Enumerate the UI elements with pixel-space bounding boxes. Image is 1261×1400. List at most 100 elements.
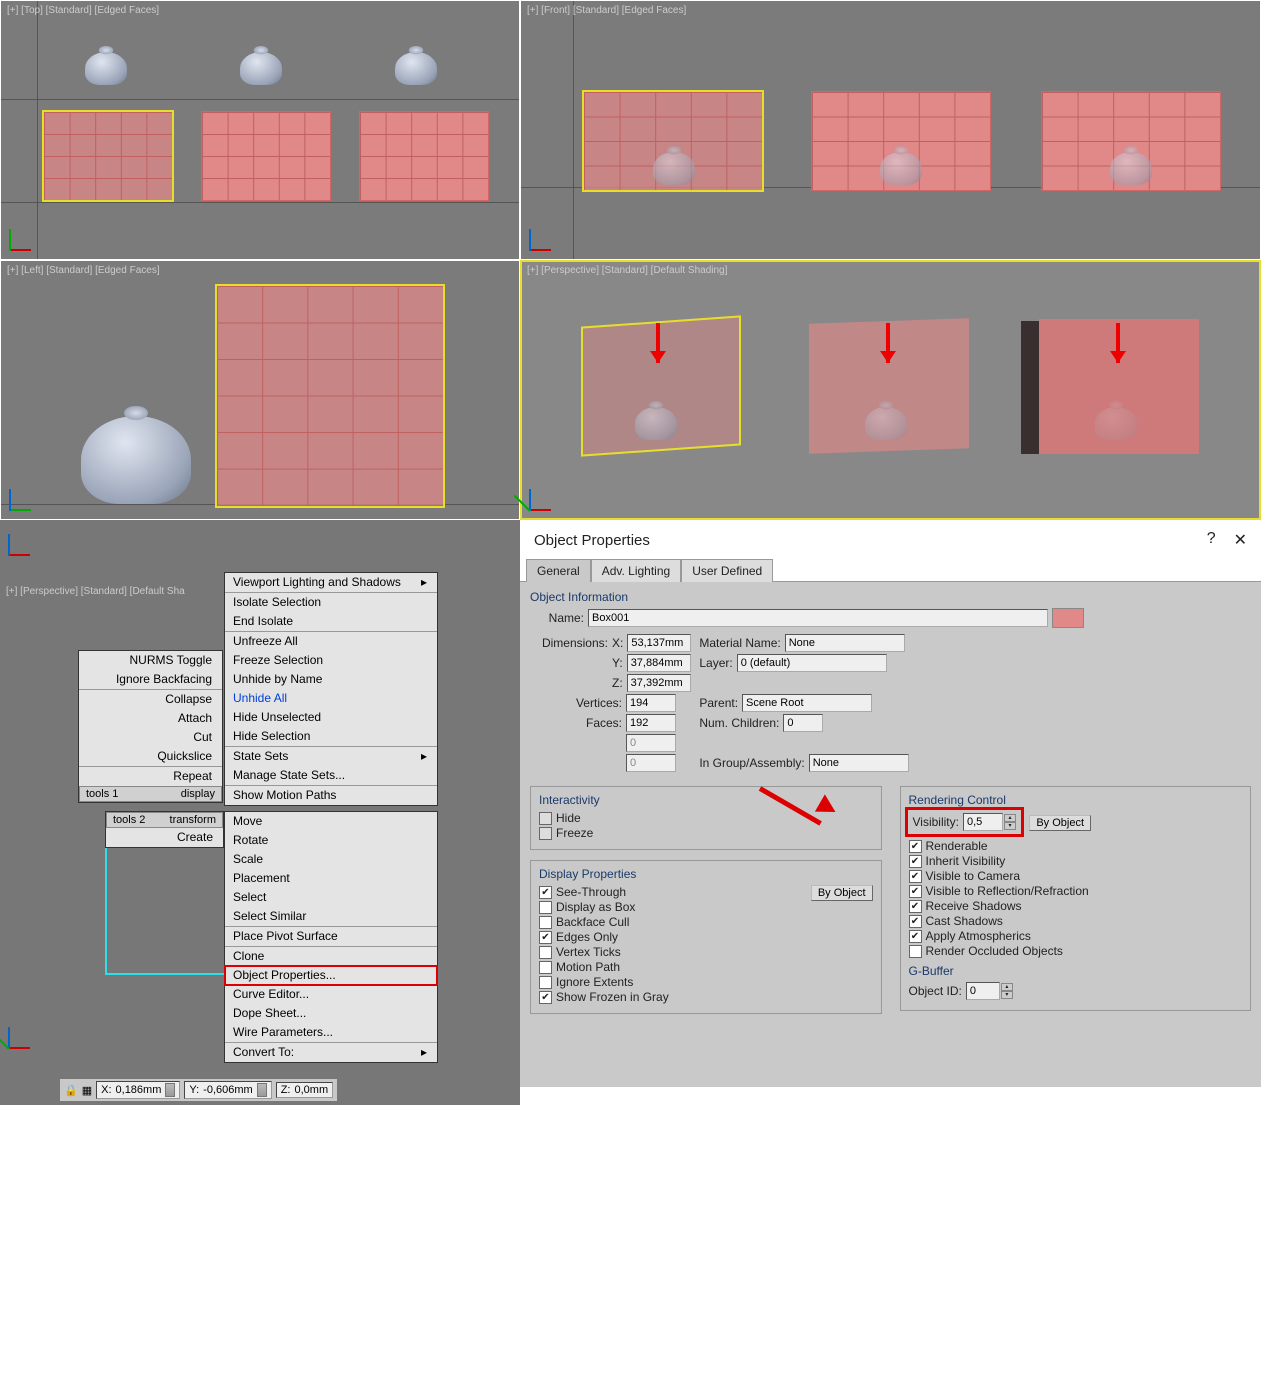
menu-item-end-isolate[interactable]: End Isolate bbox=[225, 612, 437, 631]
box-object-selected[interactable] bbox=[43, 111, 173, 201]
color-swatch[interactable] bbox=[1052, 608, 1084, 628]
quad-menu-tools1[interactable]: NURMS Toggle Ignore Backfacing Collapse … bbox=[78, 650, 223, 803]
by-object-button[interactable]: By Object bbox=[811, 885, 873, 901]
box-object[interactable] bbox=[201, 111, 331, 201]
menu-item-quickslice[interactable]: Quickslice bbox=[79, 747, 222, 766]
axis-gizmo bbox=[9, 483, 37, 511]
menu-item-ignore-backfacing[interactable]: Ignore Backfacing bbox=[79, 670, 222, 689]
menu-item-convert-to[interactable]: Convert To: bbox=[225, 1043, 437, 1062]
faces-field bbox=[626, 714, 676, 732]
arrow-icon bbox=[886, 323, 890, 363]
viewport-perspective[interactable]: [+] [Perspective] [Standard] [Default Sh… bbox=[520, 260, 1261, 520]
tab-adv-lighting[interactable]: Adv. Lighting bbox=[591, 559, 682, 582]
menu-item-unhide-all[interactable]: Unhide All bbox=[225, 689, 437, 708]
checkbox-display-as-box[interactable]: Display as Box bbox=[539, 900, 811, 914]
menu-item-nurms[interactable]: NURMS Toggle bbox=[79, 651, 222, 670]
checkbox-motion-path[interactable]: Motion Path bbox=[539, 960, 873, 974]
menu-item-isolate[interactable]: Isolate Selection bbox=[225, 593, 437, 612]
axis-gizmo bbox=[8, 528, 36, 556]
menu-item-freeze-selection[interactable]: Freeze Selection bbox=[225, 651, 437, 670]
tab-user-defined[interactable]: User Defined bbox=[681, 559, 773, 582]
quad-menu-tools2[interactable]: tools 2transform Create bbox=[105, 811, 224, 848]
menu-item-manage-state-sets[interactable]: Manage State Sets... bbox=[225, 766, 437, 785]
menu-item-state-sets[interactable]: State Sets bbox=[225, 747, 437, 766]
checkbox-see-through[interactable]: See-Through bbox=[539, 885, 811, 899]
menu-item-rotate[interactable]: Rotate bbox=[225, 831, 437, 850]
menu-item-hide-unselected[interactable]: Hide Unselected bbox=[225, 708, 437, 727]
checkbox-cast-shadows[interactable]: Cast Shadows bbox=[909, 914, 1243, 928]
group-gbuffer: G-Buffer bbox=[909, 964, 1243, 978]
viewport-perspective-label: [+] [Perspective] [Standard] [Default Sh… bbox=[527, 265, 727, 276]
checkbox-renderable[interactable]: Renderable bbox=[909, 839, 1243, 853]
teapot-icon bbox=[1110, 152, 1152, 185]
checkbox-edges-only[interactable]: Edges Only bbox=[539, 930, 873, 944]
checkbox-visible-to-camera[interactable]: Visible to Camera bbox=[909, 869, 1243, 883]
grid-icon[interactable]: ▦ bbox=[82, 1084, 92, 1097]
menu-item-clone[interactable]: Clone bbox=[225, 947, 437, 966]
transform-x-field[interactable]: X:0,186mm bbox=[96, 1081, 180, 1099]
checkbox-backface-cull[interactable]: Backface Cull bbox=[539, 915, 873, 929]
menu-item-viewport-lighting[interactable]: Viewport Lighting and Shadows bbox=[225, 573, 437, 592]
axis-gizmo bbox=[529, 223, 557, 251]
group-rendering-control: Rendering Control bbox=[909, 793, 1243, 807]
tab-general[interactable]: General bbox=[526, 559, 591, 582]
menu-item-placement[interactable]: Placement bbox=[225, 869, 437, 888]
menu-item-place-pivot[interactable]: Place Pivot Surface bbox=[225, 927, 437, 946]
checkbox-vertex-ticks[interactable]: Vertex Ticks bbox=[539, 945, 873, 959]
checkbox-render-occluded-objects[interactable]: Render Occluded Objects bbox=[909, 944, 1243, 958]
arrow-icon bbox=[656, 323, 660, 363]
teapot-icon bbox=[880, 152, 922, 185]
lock-icon[interactable]: 🔒 bbox=[64, 1084, 78, 1097]
checkbox-visible-to-reflection-refraction[interactable]: Visible to Reflection/Refraction bbox=[909, 884, 1243, 898]
label-name: Name: bbox=[530, 611, 584, 625]
box-object-selected[interactable] bbox=[216, 285, 444, 507]
menu-item-attach[interactable]: Attach bbox=[79, 709, 222, 728]
group-display-properties: Display Properties bbox=[539, 867, 873, 881]
menu-item-select-similar[interactable]: Select Similar bbox=[225, 907, 437, 926]
menu-item-object-properties[interactable]: Object Properties... bbox=[225, 966, 437, 985]
menu-item-repeat[interactable]: Repeat bbox=[79, 767, 222, 786]
transform-y-field[interactable]: Y:-0,606mm bbox=[184, 1081, 271, 1099]
menu-item-unfreeze-all[interactable]: Unfreeze All bbox=[225, 632, 437, 651]
checkbox-ignore-extents[interactable]: Ignore Extents bbox=[539, 975, 873, 989]
box-object[interactable] bbox=[359, 111, 489, 201]
dim-z-field bbox=[627, 674, 691, 692]
checkbox-apply-atmospherics[interactable]: Apply Atmospherics bbox=[909, 929, 1243, 943]
menu-item-unhide-by-name[interactable]: Unhide by Name bbox=[225, 670, 437, 689]
menu-item-scale[interactable]: Scale bbox=[225, 850, 437, 869]
quad-menu-display[interactable]: Viewport Lighting and Shadows Isolate Se… bbox=[224, 572, 438, 806]
menu-item-dope-sheet[interactable]: Dope Sheet... bbox=[225, 1004, 437, 1023]
checkbox-receive-shadows[interactable]: Receive Shadows bbox=[909, 899, 1243, 913]
blank-field bbox=[626, 734, 676, 752]
quad-menu-header: tools 2transform bbox=[106, 812, 223, 828]
menu-item-hide-selection[interactable]: Hide Selection bbox=[225, 727, 437, 746]
checkbox-freeze[interactable]: Freeze bbox=[539, 826, 873, 840]
viewport-perspective-label-2: [+] [Perspective] [Standard] [Default Sh… bbox=[6, 586, 185, 597]
menu-item-move[interactable]: Move bbox=[225, 812, 437, 831]
menu-item-create[interactable]: Create bbox=[106, 828, 223, 847]
menu-item-select[interactable]: Select bbox=[225, 888, 437, 907]
viewport-front[interactable]: [+] [Front] [Standard] [Edged Faces] bbox=[520, 0, 1261, 260]
quad-menu-transform[interactable]: Move Rotate Scale Placement Select Selec… bbox=[224, 811, 438, 1063]
transform-z-field[interactable]: Z:0,0mm bbox=[276, 1082, 333, 1098]
visibility-spinner[interactable] bbox=[963, 813, 1003, 831]
checkbox-inherit-visibility[interactable]: Inherit Visibility bbox=[909, 854, 1243, 868]
box-side bbox=[1021, 321, 1039, 454]
dim-x-field bbox=[627, 634, 691, 652]
menu-item-cut[interactable]: Cut bbox=[79, 728, 222, 747]
by-object-button-2[interactable]: By Object bbox=[1029, 815, 1091, 831]
viewport-left[interactable]: [+] [Left] [Standard] [Edged Faces] bbox=[0, 260, 520, 520]
close-button[interactable]: ✕ bbox=[1234, 530, 1247, 550]
menu-item-collapse[interactable]: Collapse bbox=[79, 690, 222, 709]
menu-item-wire-parameters[interactable]: Wire Parameters... bbox=[225, 1023, 437, 1042]
object-id-spinner[interactable] bbox=[966, 982, 1000, 1000]
name-field[interactable] bbox=[588, 609, 1048, 627]
menu-item-show-motion-paths[interactable]: Show Motion Paths bbox=[225, 786, 437, 805]
menu-item-curve-editor[interactable]: Curve Editor... bbox=[225, 985, 437, 1004]
checkbox-show-frozen-in-gray[interactable]: Show Frozen in Gray bbox=[539, 990, 873, 1004]
teapot-icon bbox=[1095, 407, 1137, 440]
viewport-top[interactable]: [+] [Top] [Standard] [Edged Faces] bbox=[0, 0, 520, 260]
visibility-row: Visibility: ▴▾ bbox=[909, 811, 1020, 833]
help-button[interactable]: ? bbox=[1207, 530, 1216, 550]
checkbox-hide[interactable]: Hide bbox=[539, 811, 873, 825]
